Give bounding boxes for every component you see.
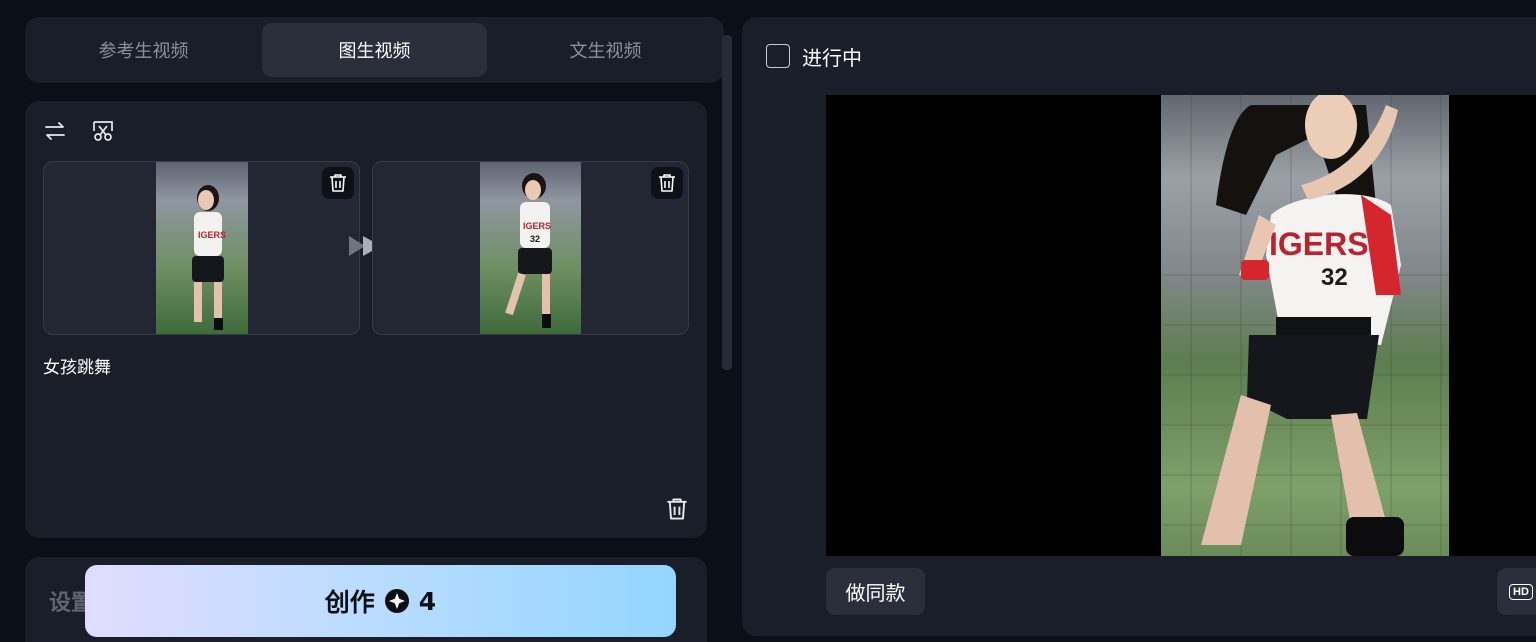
create-label: 创作 bbox=[324, 588, 375, 617]
svg-text:IGERS: IGERS bbox=[198, 230, 226, 240]
left-scrollbar-thumb[interactable] bbox=[722, 35, 732, 370]
svg-text:IGERS: IGERS bbox=[523, 221, 551, 231]
delete-end-frame-button[interactable] bbox=[651, 167, 683, 199]
trash-icon bbox=[659, 174, 675, 192]
credit-coin-icon bbox=[384, 589, 409, 613]
trash-icon bbox=[667, 498, 687, 520]
svg-text:32: 32 bbox=[1321, 264, 1348, 291]
mode-tabs: 参考生视频 图生视频 文生视频 bbox=[25, 17, 724, 83]
start-frame-card[interactable]: IGERS bbox=[43, 161, 360, 335]
svg-text:IGERS: IGERS bbox=[1269, 226, 1369, 262]
swap-icon[interactable] bbox=[43, 119, 67, 143]
clear-prompt-button[interactable] bbox=[666, 497, 688, 521]
hd-button[interactable]: HD bbox=[1497, 568, 1536, 615]
tab-text-to-video[interactable]: 文生视频 bbox=[495, 23, 716, 77]
video-player[interactable]: IGERS 32 bbox=[826, 95, 1536, 556]
hd-icon: HD bbox=[1509, 583, 1533, 600]
tab-image-to-video[interactable]: 图生视频 bbox=[262, 23, 487, 77]
make-same-button[interactable]: 做同款 bbox=[826, 568, 925, 615]
video-frame-image: IGERS 32 bbox=[1161, 95, 1449, 556]
result-panel: 进行中 IGERS 32 做同款 HD bbox=[742, 17, 1536, 636]
svg-text:32: 32 bbox=[530, 234, 540, 244]
crop-scissors-icon[interactable] bbox=[91, 119, 115, 143]
in-progress-checkbox[interactable] bbox=[766, 44, 790, 68]
prompt-text[interactable]: 女孩跳舞 bbox=[43, 353, 111, 378]
create-button[interactable]: 创作 4 bbox=[85, 565, 676, 637]
image-editor-panel: IGERS IGERS 32 女孩跳舞 bbox=[25, 101, 707, 538]
end-frame-card[interactable]: IGERS 32 bbox=[372, 161, 689, 335]
tab-reference-video[interactable]: 参考生视频 bbox=[33, 23, 254, 77]
delete-start-frame-button[interactable] bbox=[322, 167, 354, 199]
trash-icon bbox=[330, 174, 346, 192]
end-frame-image: IGERS 32 bbox=[480, 162, 581, 334]
create-cost: 4 bbox=[418, 586, 437, 616]
status-label: 进行中 bbox=[802, 46, 862, 70]
start-frame-image: IGERS bbox=[156, 162, 248, 334]
